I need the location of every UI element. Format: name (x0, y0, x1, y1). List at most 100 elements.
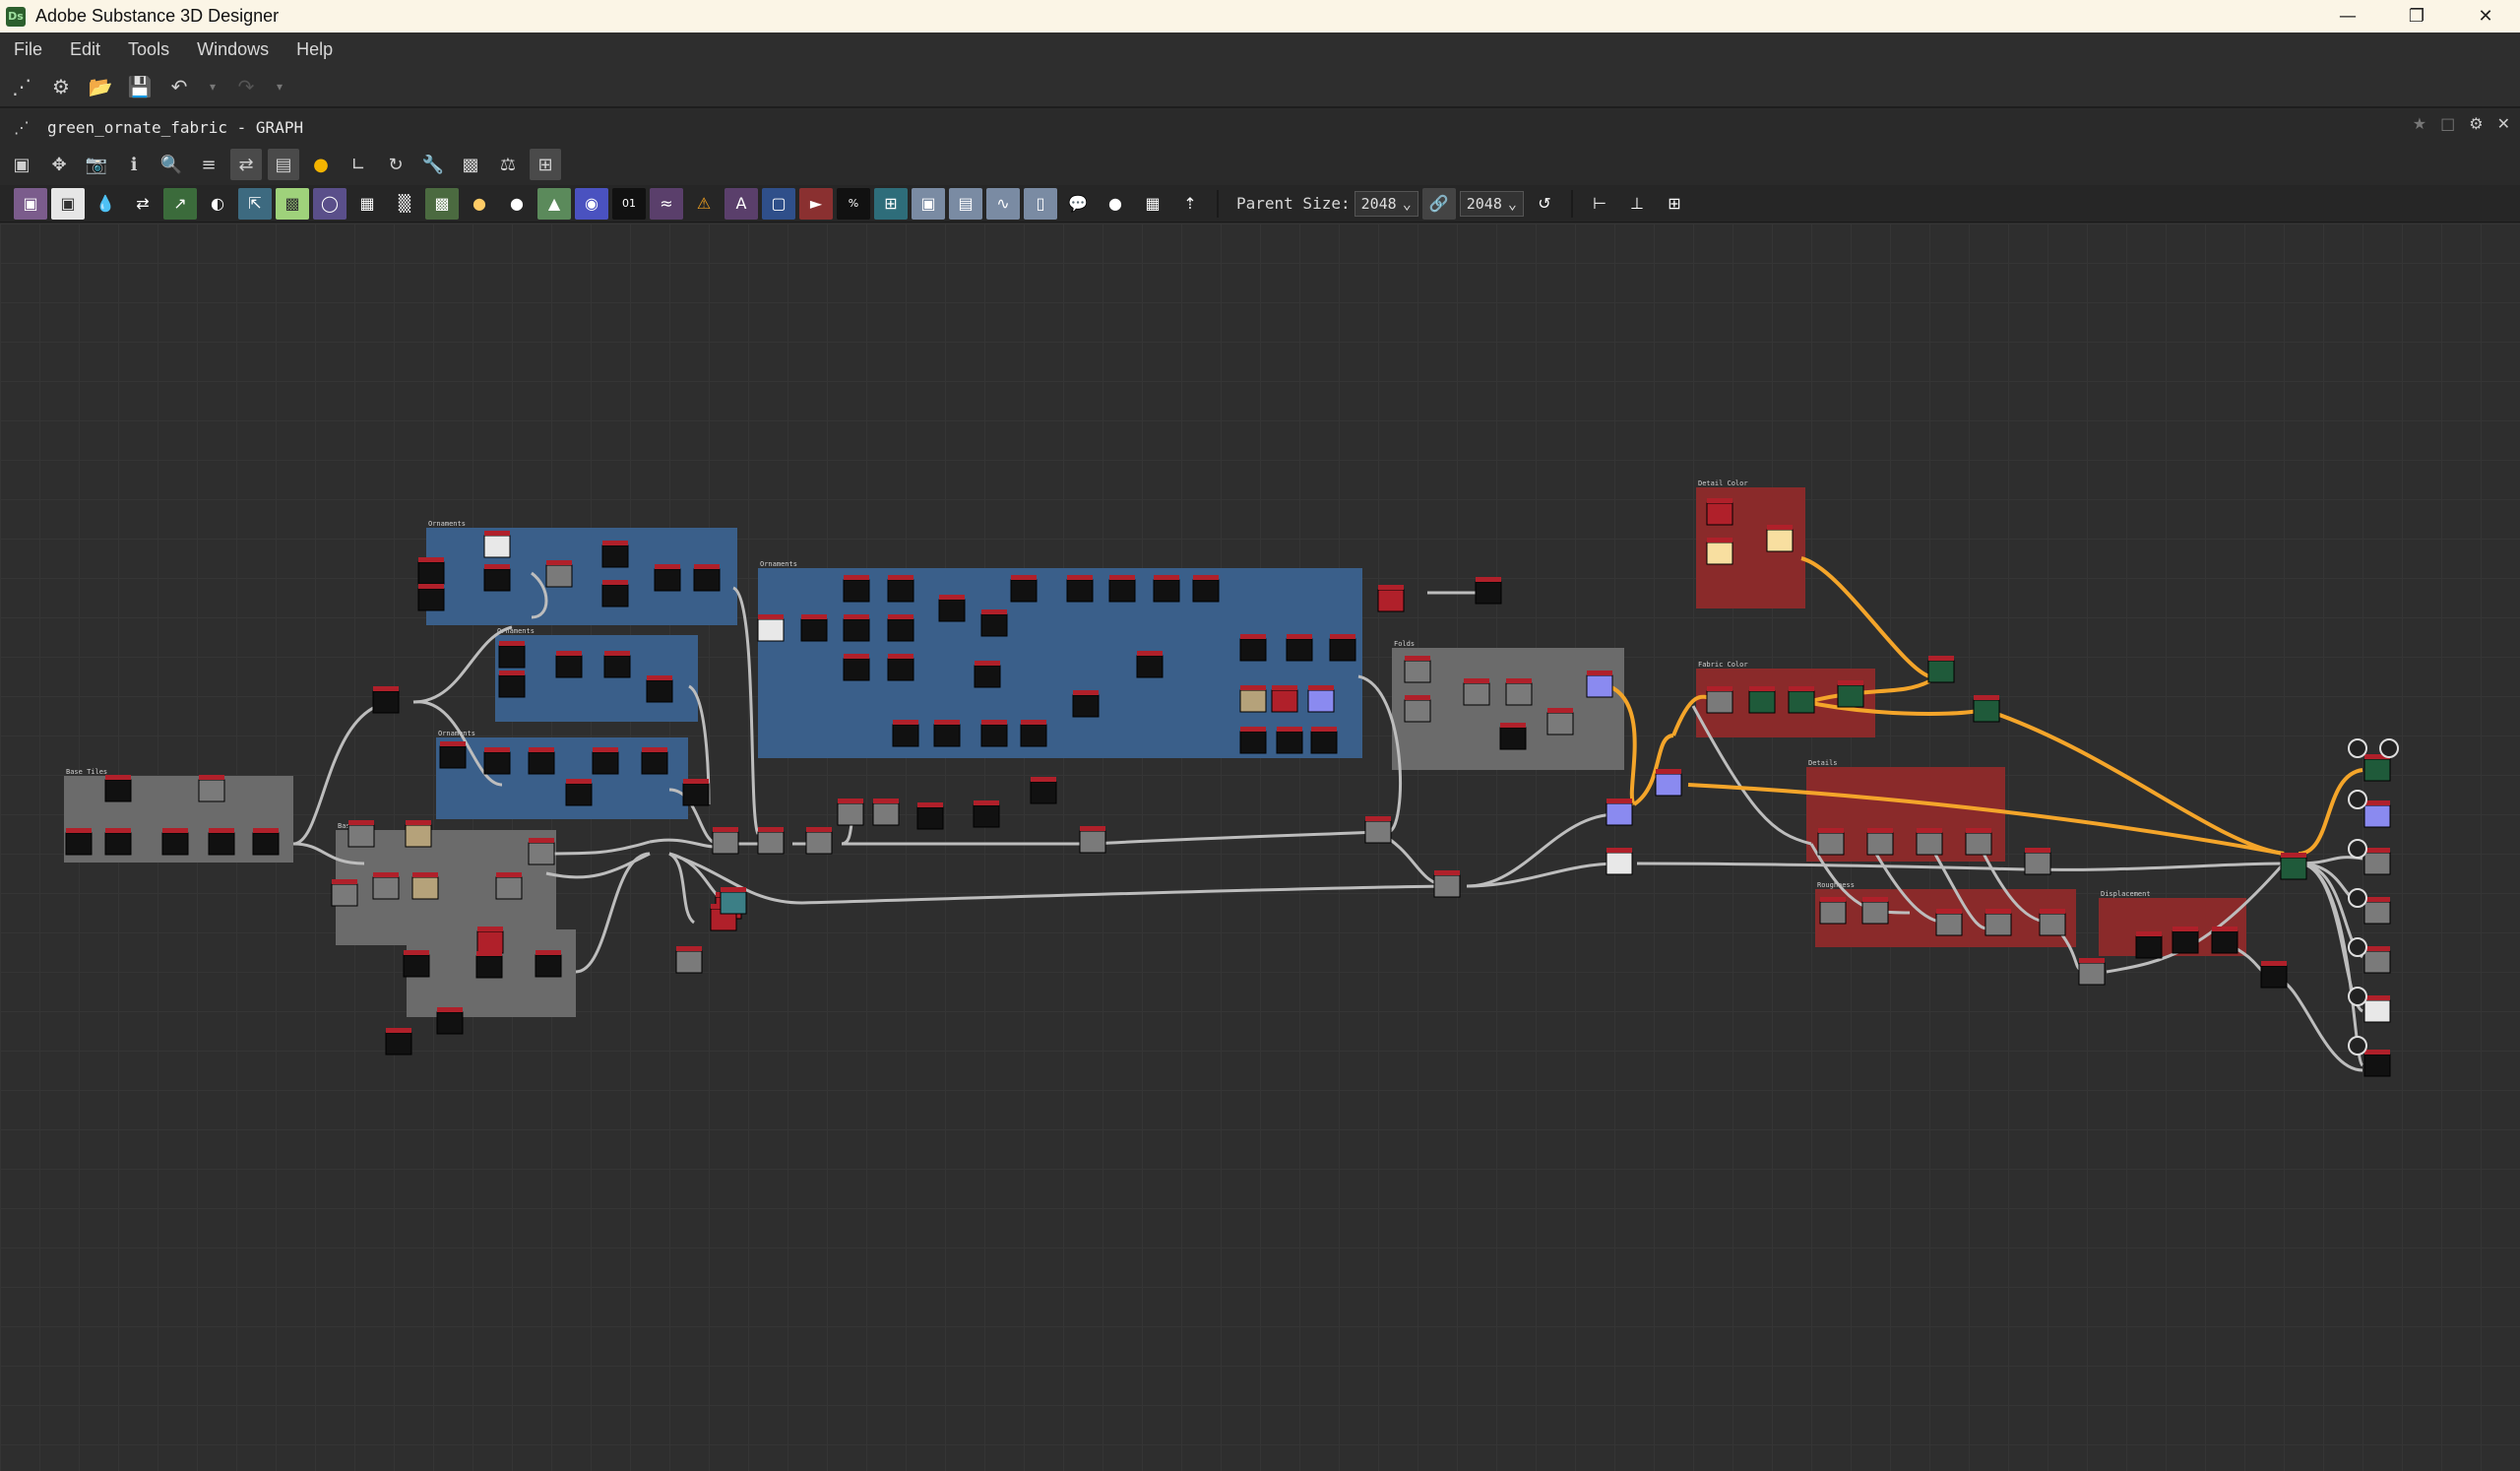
graph-node[interactable] (1655, 773, 1682, 797)
undo-icon[interactable]: ↶ (165, 73, 193, 100)
graph-node[interactable] (439, 745, 467, 769)
text-node-icon[interactable]: A (724, 187, 758, 220)
graph-node[interactable] (475, 955, 503, 979)
link[interactable] (1800, 556, 1930, 678)
graph-node[interactable] (161, 832, 189, 856)
graph-node[interactable] (1192, 579, 1220, 603)
pointer-node-icon[interactable]: ⇡ (1173, 188, 1207, 220)
link[interactable] (801, 884, 1448, 905)
preview-icon[interactable]: ▩ (455, 149, 486, 180)
graph-node[interactable] (403, 954, 430, 978)
graph-node[interactable] (2280, 857, 2307, 880)
distribute-icon[interactable]: ⊞ (1658, 188, 1691, 220)
graph-node[interactable] (2363, 999, 2391, 1023)
uniform-node-icon[interactable]: ▣ (51, 187, 85, 220)
graph-node[interactable] (933, 724, 961, 747)
link-style-icon[interactable]: ∟ (343, 149, 374, 180)
graph-node[interactable] (1271, 689, 1298, 713)
align-horizontal-icon[interactable]: ⊢ (1583, 188, 1616, 220)
settings-icon[interactable]: ⚙ (2469, 114, 2483, 133)
graph-node[interactable] (1136, 655, 1164, 678)
graph-node[interactable] (498, 645, 526, 669)
pan-icon[interactable]: ✥ (43, 149, 75, 180)
graph-node[interactable] (646, 679, 673, 703)
graph-node[interactable] (592, 751, 619, 775)
graph-canvas[interactable]: Base Tiles Base Yarn Ornaments Ornaments… (0, 224, 2520, 1471)
graph-node[interactable] (1706, 542, 1733, 565)
graph-node[interactable] (1973, 699, 2000, 723)
link[interactable] (1092, 830, 1379, 846)
link[interactable] (1636, 862, 1989, 870)
graph-node[interactable] (601, 544, 629, 568)
undo-history-icon[interactable]: ▾ (205, 73, 220, 100)
graph-node[interactable] (1020, 724, 1047, 747)
graph-node[interactable] (1505, 682, 1533, 706)
graph-node[interactable] (385, 1032, 412, 1055)
graph-node[interactable] (1546, 712, 1574, 736)
graph-node[interactable] (1010, 579, 1038, 603)
graph-node[interactable] (980, 613, 1008, 637)
input-node-icon[interactable]: ▣ (912, 187, 945, 220)
graph-node[interactable] (1108, 579, 1136, 603)
minimize-button[interactable]: — (2313, 0, 2382, 32)
graph-node[interactable] (2260, 965, 2288, 989)
graph-node[interactable] (938, 599, 966, 622)
curve-node-icon[interactable]: ↗ (163, 187, 197, 220)
graph-node[interactable] (916, 806, 944, 830)
menu-file[interactable]: File (0, 39, 56, 60)
graph-node[interactable] (675, 950, 703, 974)
graph-node[interactable] (887, 618, 914, 642)
graph-node[interactable] (843, 579, 870, 603)
graph-node[interactable] (347, 824, 375, 848)
close-tab-icon[interactable]: ✕ (2497, 114, 2510, 133)
grid-snap-icon[interactable]: ⊞ (530, 149, 561, 180)
graph-node[interactable] (1586, 674, 1613, 698)
link[interactable] (2298, 856, 2363, 865)
frame-node-icon[interactable]: ▯ (1024, 187, 1057, 220)
fill-node-icon[interactable]: ► (799, 187, 833, 220)
graph-node[interactable] (601, 584, 629, 608)
levels-node-icon[interactable]: ▒ (388, 188, 421, 220)
graph-node[interactable] (1984, 913, 2012, 936)
color-wheel-node-icon[interactable]: ◉ (575, 187, 608, 220)
graph-node[interactable] (654, 568, 681, 592)
graph-node[interactable] (495, 876, 523, 900)
histogram-node-icon[interactable]: ▲ (537, 187, 571, 220)
bitmap-node-icon[interactable]: ▣ (14, 187, 47, 220)
pin-node-icon[interactable]: ▦ (1136, 188, 1169, 220)
gradient-node-icon[interactable]: ▩ (276, 187, 309, 220)
graph-node[interactable] (1404, 660, 1431, 683)
graph-node[interactable] (693, 568, 721, 592)
graph-node[interactable] (498, 674, 526, 698)
node-display-icon[interactable]: ▤ (268, 149, 299, 180)
graph-node[interactable] (65, 832, 93, 856)
connect-icon[interactable]: ● (305, 149, 337, 180)
grid-node-icon[interactable]: ▦ (350, 188, 384, 220)
link-mode-icon[interactable]: ⇄ (230, 149, 262, 180)
graph-node[interactable] (973, 804, 1000, 828)
float-icon[interactable]: □ (2440, 114, 2455, 133)
search-icon[interactable]: 🔍 (156, 149, 187, 180)
graph-node[interactable] (1364, 820, 1392, 844)
graph-node[interactable] (483, 568, 511, 592)
graph-node[interactable] (712, 831, 739, 855)
graph-node[interactable] (1706, 690, 1733, 714)
blend-node-icon[interactable]: ◐ (201, 188, 234, 220)
graph-node[interactable] (1329, 638, 1356, 662)
comment-icon[interactable]: 💬 (1061, 188, 1095, 220)
graph-node[interactable] (1606, 852, 1633, 875)
align-icon[interactable]: ≡ (193, 149, 224, 180)
frame-all-icon[interactable]: ▣ (6, 149, 37, 180)
tools-icon[interactable]: 🔧 (417, 149, 449, 180)
graph-node[interactable] (1499, 727, 1527, 750)
graph-node-icon[interactable]: ∿ (986, 187, 1020, 220)
dot-node-icon[interactable]: ● (1099, 188, 1132, 220)
pin-icon[interactable]: ★ (2413, 114, 2426, 133)
graph-node[interactable] (641, 751, 668, 775)
graph-node[interactable] (1927, 660, 1955, 683)
graph-node[interactable] (1310, 731, 1338, 754)
output-node-icon[interactable]: ▤ (949, 187, 982, 220)
graph-node[interactable] (2172, 930, 2199, 954)
graph-node[interactable] (1788, 690, 1815, 714)
graph-node[interactable] (1072, 694, 1100, 718)
